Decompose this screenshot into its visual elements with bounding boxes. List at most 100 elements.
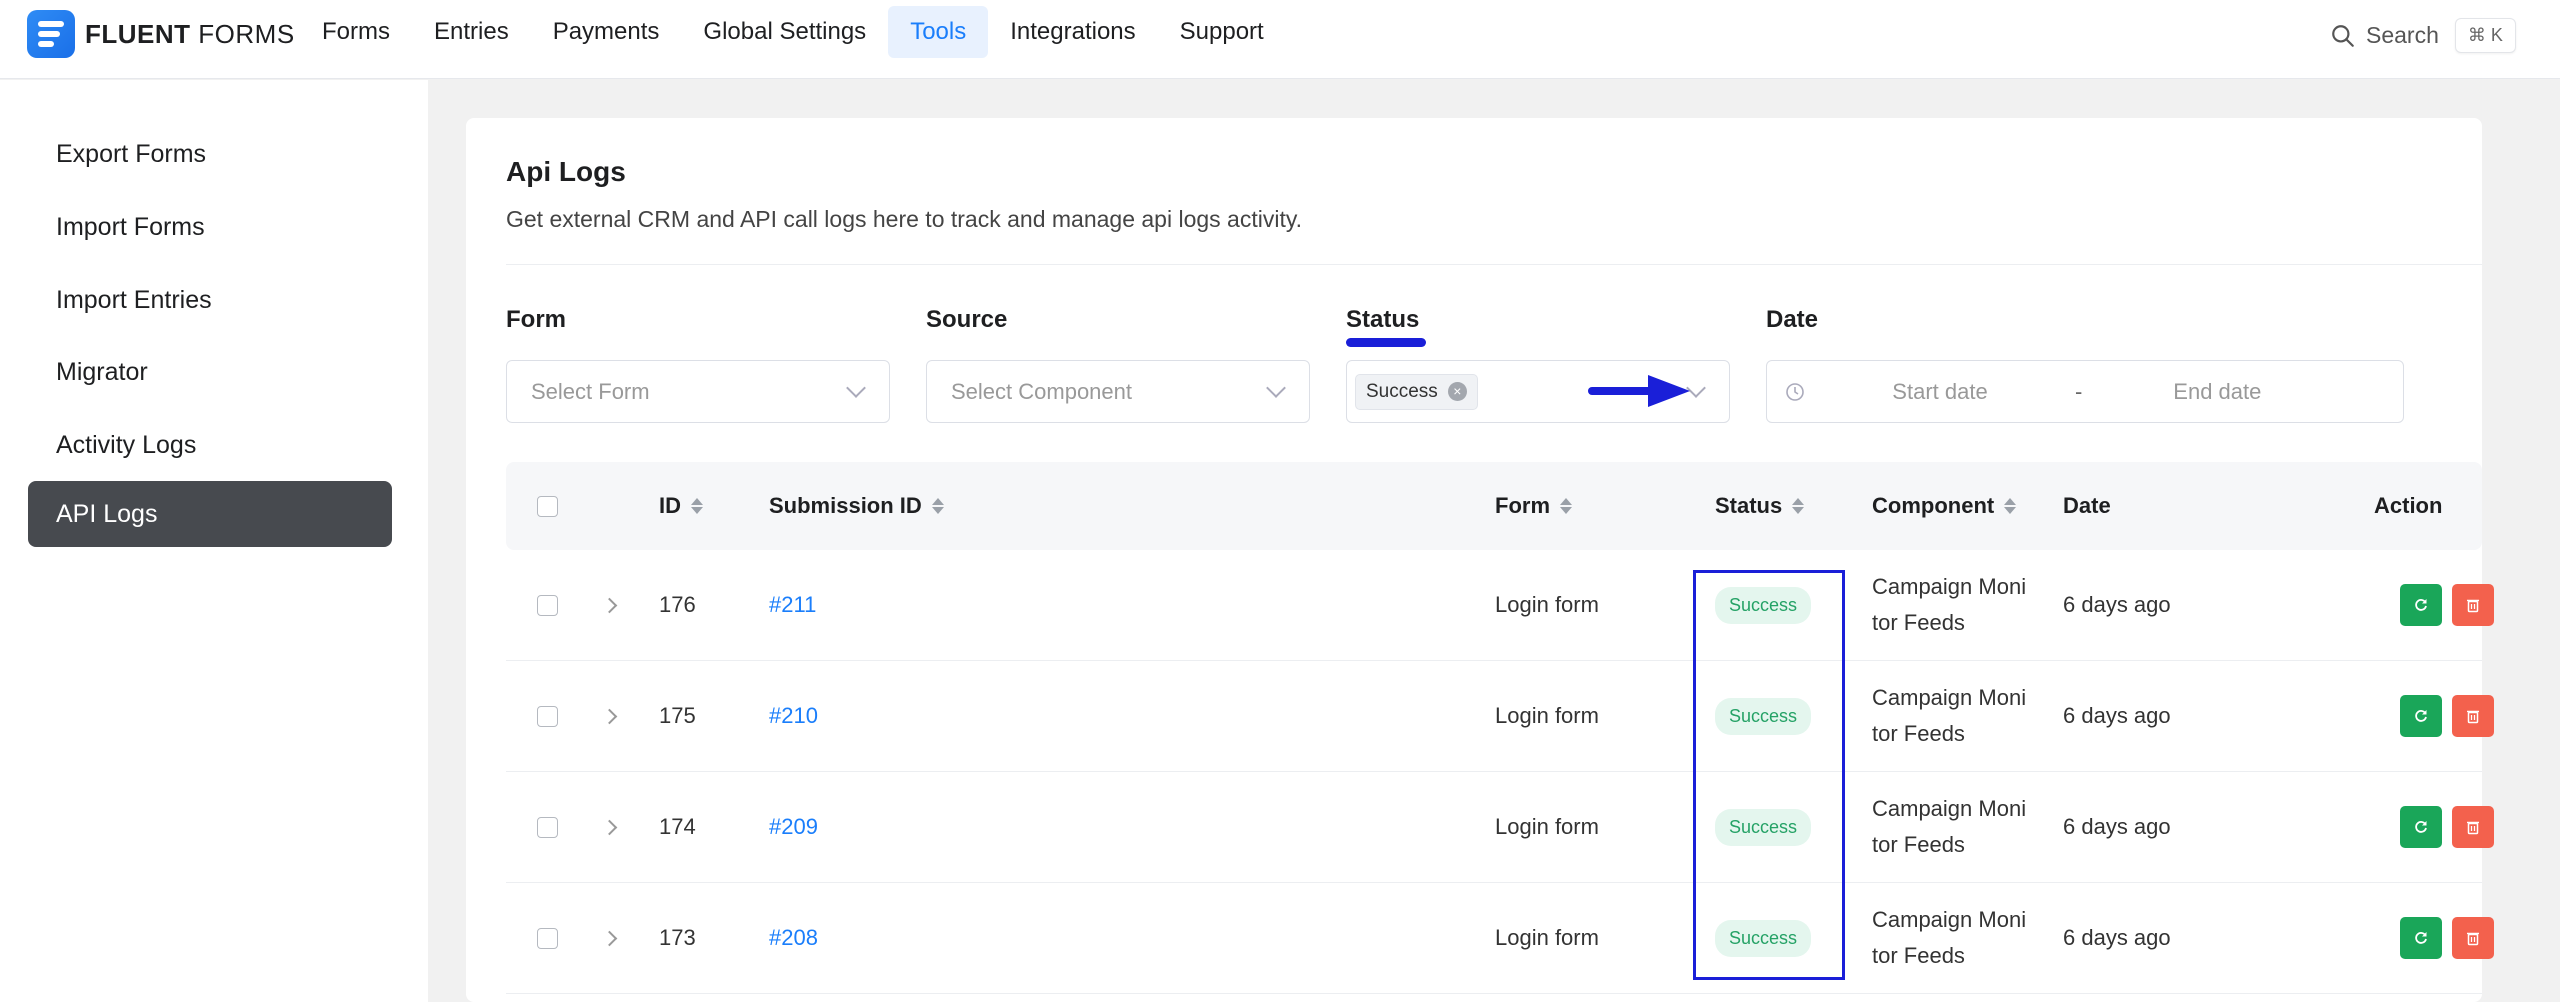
trash-icon (2467, 710, 2479, 724)
nav-forms[interactable]: Forms (300, 6, 412, 58)
table-row: 175 #210 Login form Success Campaign Mon… (506, 661, 2494, 772)
row-date: 6 days ago (2063, 925, 2171, 950)
sidebar-item-api-logs[interactable]: API Logs (28, 481, 392, 547)
row-form: Login form (1495, 925, 1599, 950)
status-tag-label: Success (1366, 380, 1438, 402)
remove-tag-icon[interactable]: × (1447, 382, 1467, 401)
annotation-arrow-icon (1588, 375, 1690, 407)
row-form: Login form (1495, 703, 1599, 728)
brand-logo[interactable]: FLUENT FORMS (27, 10, 295, 58)
row-date: 6 days ago (2063, 592, 2171, 617)
sidebar-item-import-entries[interactable]: Import Entries (28, 267, 392, 333)
date-separator: - (2075, 378, 2083, 404)
page-title: Api Logs (506, 156, 626, 187)
fluent-forms-logo-icon (27, 10, 75, 58)
page-subtitle: Get external CRM and API call logs here … (506, 206, 1303, 232)
expand-row-icon[interactable] (601, 819, 618, 835)
nav-tools[interactable]: Tools (888, 6, 989, 58)
trash-icon (2467, 599, 2479, 613)
nav-integrations[interactable]: Integrations (988, 6, 1157, 58)
retry-button[interactable] (2400, 695, 2442, 737)
sidebar-item-activity-logs[interactable]: Activity Logs (28, 412, 392, 478)
column-form[interactable]: Form (1495, 462, 1572, 550)
row-component: Campaign Moni tor Feeds (1872, 907, 2027, 968)
trash-icon (2467, 821, 2479, 835)
delete-button[interactable] (2452, 584, 2494, 626)
column-date: Date (2063, 493, 2111, 518)
delete-button[interactable] (2452, 695, 2494, 737)
row-checkbox[interactable] (537, 594, 558, 616)
status-column-highlight (1693, 570, 1845, 980)
column-id[interactable]: ID (659, 462, 703, 550)
brand-name: FLUENT FORMS (85, 18, 295, 49)
retry-button[interactable] (2400, 917, 2442, 959)
submission-link[interactable]: #211 (769, 550, 816, 660)
nav-entries[interactable]: Entries (412, 6, 531, 58)
source-select[interactable]: Select Component (926, 360, 1310, 423)
refresh-icon (2415, 932, 2427, 944)
expand-row-icon[interactable] (601, 708, 618, 724)
search-label: Search (2366, 22, 2439, 48)
sidebar-item-migrator[interactable]: Migrator (28, 339, 392, 405)
select-all-checkbox[interactable] (537, 495, 558, 517)
row-checkbox[interactable] (537, 705, 558, 727)
nav-global-settings[interactable]: Global Settings (681, 6, 888, 58)
date-range-picker[interactable]: Start date - End date (1766, 360, 2404, 423)
end-date-input[interactable]: End date (2082, 379, 2352, 405)
chevron-down-icon (846, 377, 866, 398)
row-checkbox[interactable] (537, 927, 558, 949)
refresh-icon (2415, 710, 2427, 722)
retry-button[interactable] (2400, 584, 2442, 626)
nav-support[interactable]: Support (1158, 6, 1286, 58)
row-checkbox[interactable] (537, 816, 558, 838)
table-row: 173 #208 Login form Success Campaign Mon… (506, 883, 2494, 994)
row-form: Login form (1495, 814, 1599, 839)
date-filter-label: Date (1766, 306, 1819, 333)
status-filter-label: Status (1346, 306, 1420, 333)
clock-icon (1786, 382, 1804, 401)
sidebar-item-export-forms[interactable]: Export Forms (28, 121, 392, 187)
sort-icon[interactable] (1792, 498, 1805, 514)
source-filter-label: Source (926, 306, 1008, 333)
api-logs-panel: Api Logs Get external CRM and API call l… (466, 118, 2494, 1002)
column-status[interactable]: Status (1715, 462, 1805, 550)
form-select[interactable]: Select Form (506, 360, 890, 423)
refresh-icon (2415, 599, 2427, 611)
sort-icon[interactable] (931, 498, 944, 514)
start-date-input[interactable]: Start date (1805, 379, 2075, 405)
sidebar-item-import-forms[interactable]: Import Forms (28, 194, 392, 260)
expand-row-icon[interactable] (601, 597, 618, 613)
form-filter-label: Form (506, 306, 566, 333)
refresh-icon (2415, 821, 2427, 833)
expand-row-icon[interactable] (601, 930, 618, 946)
row-id: 173 (659, 925, 696, 950)
sidebar: Export Forms Import Forms Import Entries… (0, 80, 428, 1002)
sort-icon[interactable] (2004, 498, 2017, 514)
divider (506, 264, 2482, 265)
search-icon (2332, 24, 2354, 47)
source-select-placeholder: Select Component (951, 378, 1132, 404)
delete-button[interactable] (2452, 806, 2494, 848)
row-component: Campaign Moni tor Feeds (1872, 685, 2027, 746)
submission-link[interactable]: #208 (769, 883, 818, 993)
chevron-down-icon (1266, 377, 1286, 398)
top-navigation: FLUENT FORMS Forms Entries Payments Glob… (0, 0, 2560, 79)
delete-button[interactable] (2452, 917, 2494, 959)
sort-icon[interactable] (691, 498, 703, 514)
row-id: 176 (659, 592, 696, 617)
trash-icon (2467, 932, 2479, 946)
row-date: 6 days ago (2063, 814, 2171, 839)
nav-payments[interactable]: Payments (531, 6, 682, 58)
row-id: 175 (659, 703, 696, 728)
submission-link[interactable]: #210 (769, 661, 818, 771)
status-label-highlight (1346, 338, 1426, 347)
column-component[interactable]: Component (1872, 462, 2017, 550)
row-component: Campaign Moni tor Feeds (1872, 796, 2027, 857)
sort-icon[interactable] (1560, 498, 1572, 514)
submission-link[interactable]: #209 (769, 772, 818, 882)
row-date: 6 days ago (2063, 703, 2171, 728)
row-component: Campaign Moni tor Feeds (1872, 574, 2027, 635)
search-button[interactable]: Search ⌘ K (2330, 18, 2516, 53)
retry-button[interactable] (2400, 806, 2442, 848)
column-submission-id[interactable]: Submission ID (769, 462, 944, 550)
